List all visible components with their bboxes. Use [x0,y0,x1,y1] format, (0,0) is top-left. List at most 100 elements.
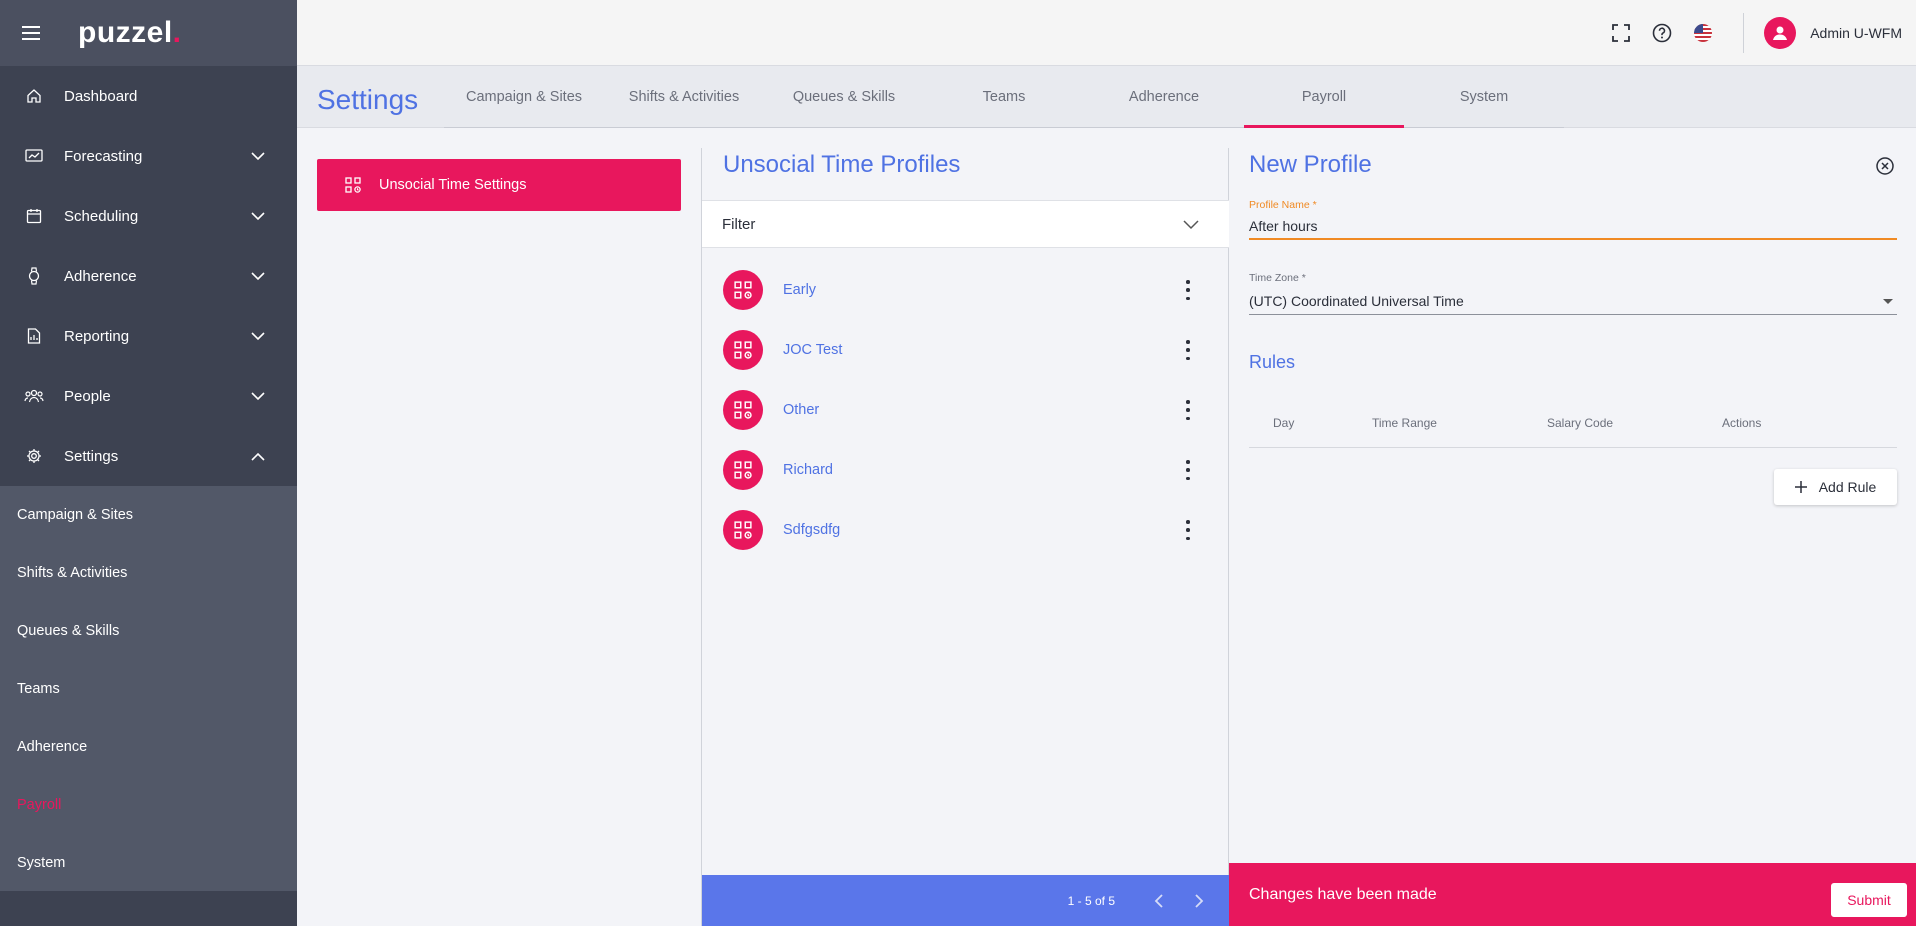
profile-name[interactable]: Sdfgsdfg [783,522,840,538]
profiles-list: Early JOC Test Other Richard Sdfgsdfg [702,260,1229,560]
submenu-item-queues-and-skills[interactable]: Queues & Skills [0,602,297,660]
puzzel-logo: puzzel. [78,16,182,49]
profile-name[interactable]: Richard [783,462,833,478]
top-bar: Admin U-WFM [297,0,1916,66]
pagination-bar: 1 - 5 of 5 [702,875,1229,926]
sidebar-item-reporting[interactable]: Reporting [0,306,297,366]
tab-teams[interactable]: Teams [924,66,1084,127]
settings-submenu: Campaign & Sites Shifts & Activities Queue… [0,486,297,892]
more-options-icon[interactable] [1185,340,1191,360]
profile-icon [723,330,763,370]
prev-page-icon[interactable] [1149,891,1169,911]
sidebar-item-label: Dashboard [64,87,138,105]
unsocial-time-settings-button[interactable]: Unsocial Time Settings [317,159,681,211]
sidebar: puzzel. Dashboard Forecasting Scheduling Ad… [0,0,297,926]
profiles-panel: Unsocial Time Profiles Filter Early JOC T… [701,148,1229,926]
chevron-up-icon[interactable] [251,448,265,465]
sidebar-item-adherence[interactable]: Adherence [0,246,297,306]
unsocial-time-icon [345,177,361,193]
submenu-item-adherence[interactable]: Adherence [0,718,297,776]
submit-button[interactable]: Submit [1831,883,1907,917]
sidebar-item-dashboard[interactable]: Dashboard [0,66,297,126]
tab-system[interactable]: System [1404,66,1564,127]
sidebar-item-settings[interactable]: Settings [0,426,297,486]
rules-title: Rules [1249,352,1296,372]
rules-col-salary-code: Salary Code [1547,416,1614,430]
list-item[interactable]: Richard [702,440,1229,500]
add-rule-label: Add Rule [1818,479,1877,495]
help-icon[interactable] [1651,22,1673,44]
sidebar-item-scheduling[interactable]: Scheduling [0,186,297,246]
time-zone-value: (UTC) Coordinated Universal Time [1249,292,1464,309]
sidebar-header: puzzel. [0,0,297,66]
chevron-down-icon[interactable] [251,268,265,285]
profile-icon [723,510,763,550]
tab-shifts-and-activities[interactable]: Shifts & Activities [604,66,764,127]
list-item[interactable]: JOC Test [702,320,1229,380]
sidebar-item-label: Settings [64,447,119,465]
chevron-down-icon[interactable] [251,148,265,165]
time-zone-select[interactable]: (UTC) Coordinated Universal Time [1249,287,1897,315]
list-item[interactable]: Sdfgsdfg [702,500,1229,560]
sidebar-item-forecasting[interactable]: Forecasting [0,126,297,186]
sidebar-item-people[interactable]: People [0,366,297,426]
tab-payroll[interactable]: Payroll [1244,66,1404,128]
sidebar-item-label: Scheduling [64,207,139,225]
filter-label: Filter [722,215,756,233]
profile-name[interactable]: JOC Test [783,342,842,358]
people-icon [24,386,44,406]
home-icon [24,86,44,106]
add-rule-button[interactable]: Add Rule [1774,469,1897,505]
unsocial-time-settings-label: Unsocial Time Settings [379,177,527,193]
settings-left-panel: Unsocial Time Settings [297,128,702,926]
list-item[interactable]: Early [702,260,1229,320]
tab-queues-and-skills[interactable]: Queues & Skills [764,66,924,127]
profile-name[interactable]: Early [783,282,816,298]
submenu-item-teams[interactable]: Teams [0,660,297,718]
rules-table-header: Day Time Range Salary Code Actions [1249,396,1897,448]
pagination-range: 1 - 5 of 5 [1067,893,1115,908]
filter-dropdown[interactable]: Filter [702,200,1229,248]
sidebar-nav: Dashboard Forecasting Scheduling Adherence R… [0,66,297,486]
plus-icon [1794,481,1807,493]
profile-icon [723,450,763,490]
chevron-down-icon[interactable] [251,208,265,225]
list-item[interactable]: Other [702,380,1229,440]
tab-campaign-and-sites[interactable]: Campaign & Sites [444,66,604,127]
close-icon[interactable] [1875,156,1895,176]
more-options-icon[interactable] [1185,280,1191,300]
sidebar-item-label: Reporting [64,327,130,345]
settings-tabs: Campaign & Sites Shifts & Activities Queue… [444,66,1564,128]
submenu-item-shifts-and-activities[interactable]: Shifts & Activities [0,544,297,602]
rules-col-actions: Actions [1722,416,1762,430]
caret-down-icon [1883,299,1893,304]
gear-icon [24,446,44,466]
tab-adherence[interactable]: Adherence [1084,66,1244,127]
report-icon [24,326,44,346]
hamburger-menu-icon[interactable] [22,26,44,40]
profile-icon [723,390,763,430]
us-flag-icon[interactable] [1692,22,1714,44]
user-avatar[interactable] [1764,16,1797,49]
more-options-icon[interactable] [1185,400,1191,420]
submenu-item-system[interactable]: System [0,834,297,892]
profiles-title: Unsocial Time Profiles [723,151,961,178]
user-name[interactable]: Admin U-WFM [1810,25,1902,41]
chart-icon [24,146,44,166]
profile-name-label: Profile Name * [1249,199,1317,211]
calendar-icon [24,206,44,226]
chevron-down-icon [1183,217,1199,234]
more-options-icon[interactable] [1185,520,1191,540]
sidebar-footer [0,891,297,926]
next-page-icon[interactable] [1189,891,1209,911]
watch-icon [24,266,44,286]
chevron-down-icon[interactable] [251,388,265,405]
submenu-item-payroll[interactable]: Payroll [0,776,297,834]
profile-name-input[interactable] [1249,214,1897,240]
chevron-down-icon[interactable] [251,328,265,345]
submenu-item-campaign-and-sites[interactable]: Campaign & Sites [0,486,297,544]
profile-name[interactable]: Other [783,402,819,418]
settings-header: Settings Campaign & Sites Shifts & Activi… [297,66,1916,128]
more-options-icon[interactable] [1185,460,1191,480]
fullscreen-icon[interactable] [1610,22,1632,44]
